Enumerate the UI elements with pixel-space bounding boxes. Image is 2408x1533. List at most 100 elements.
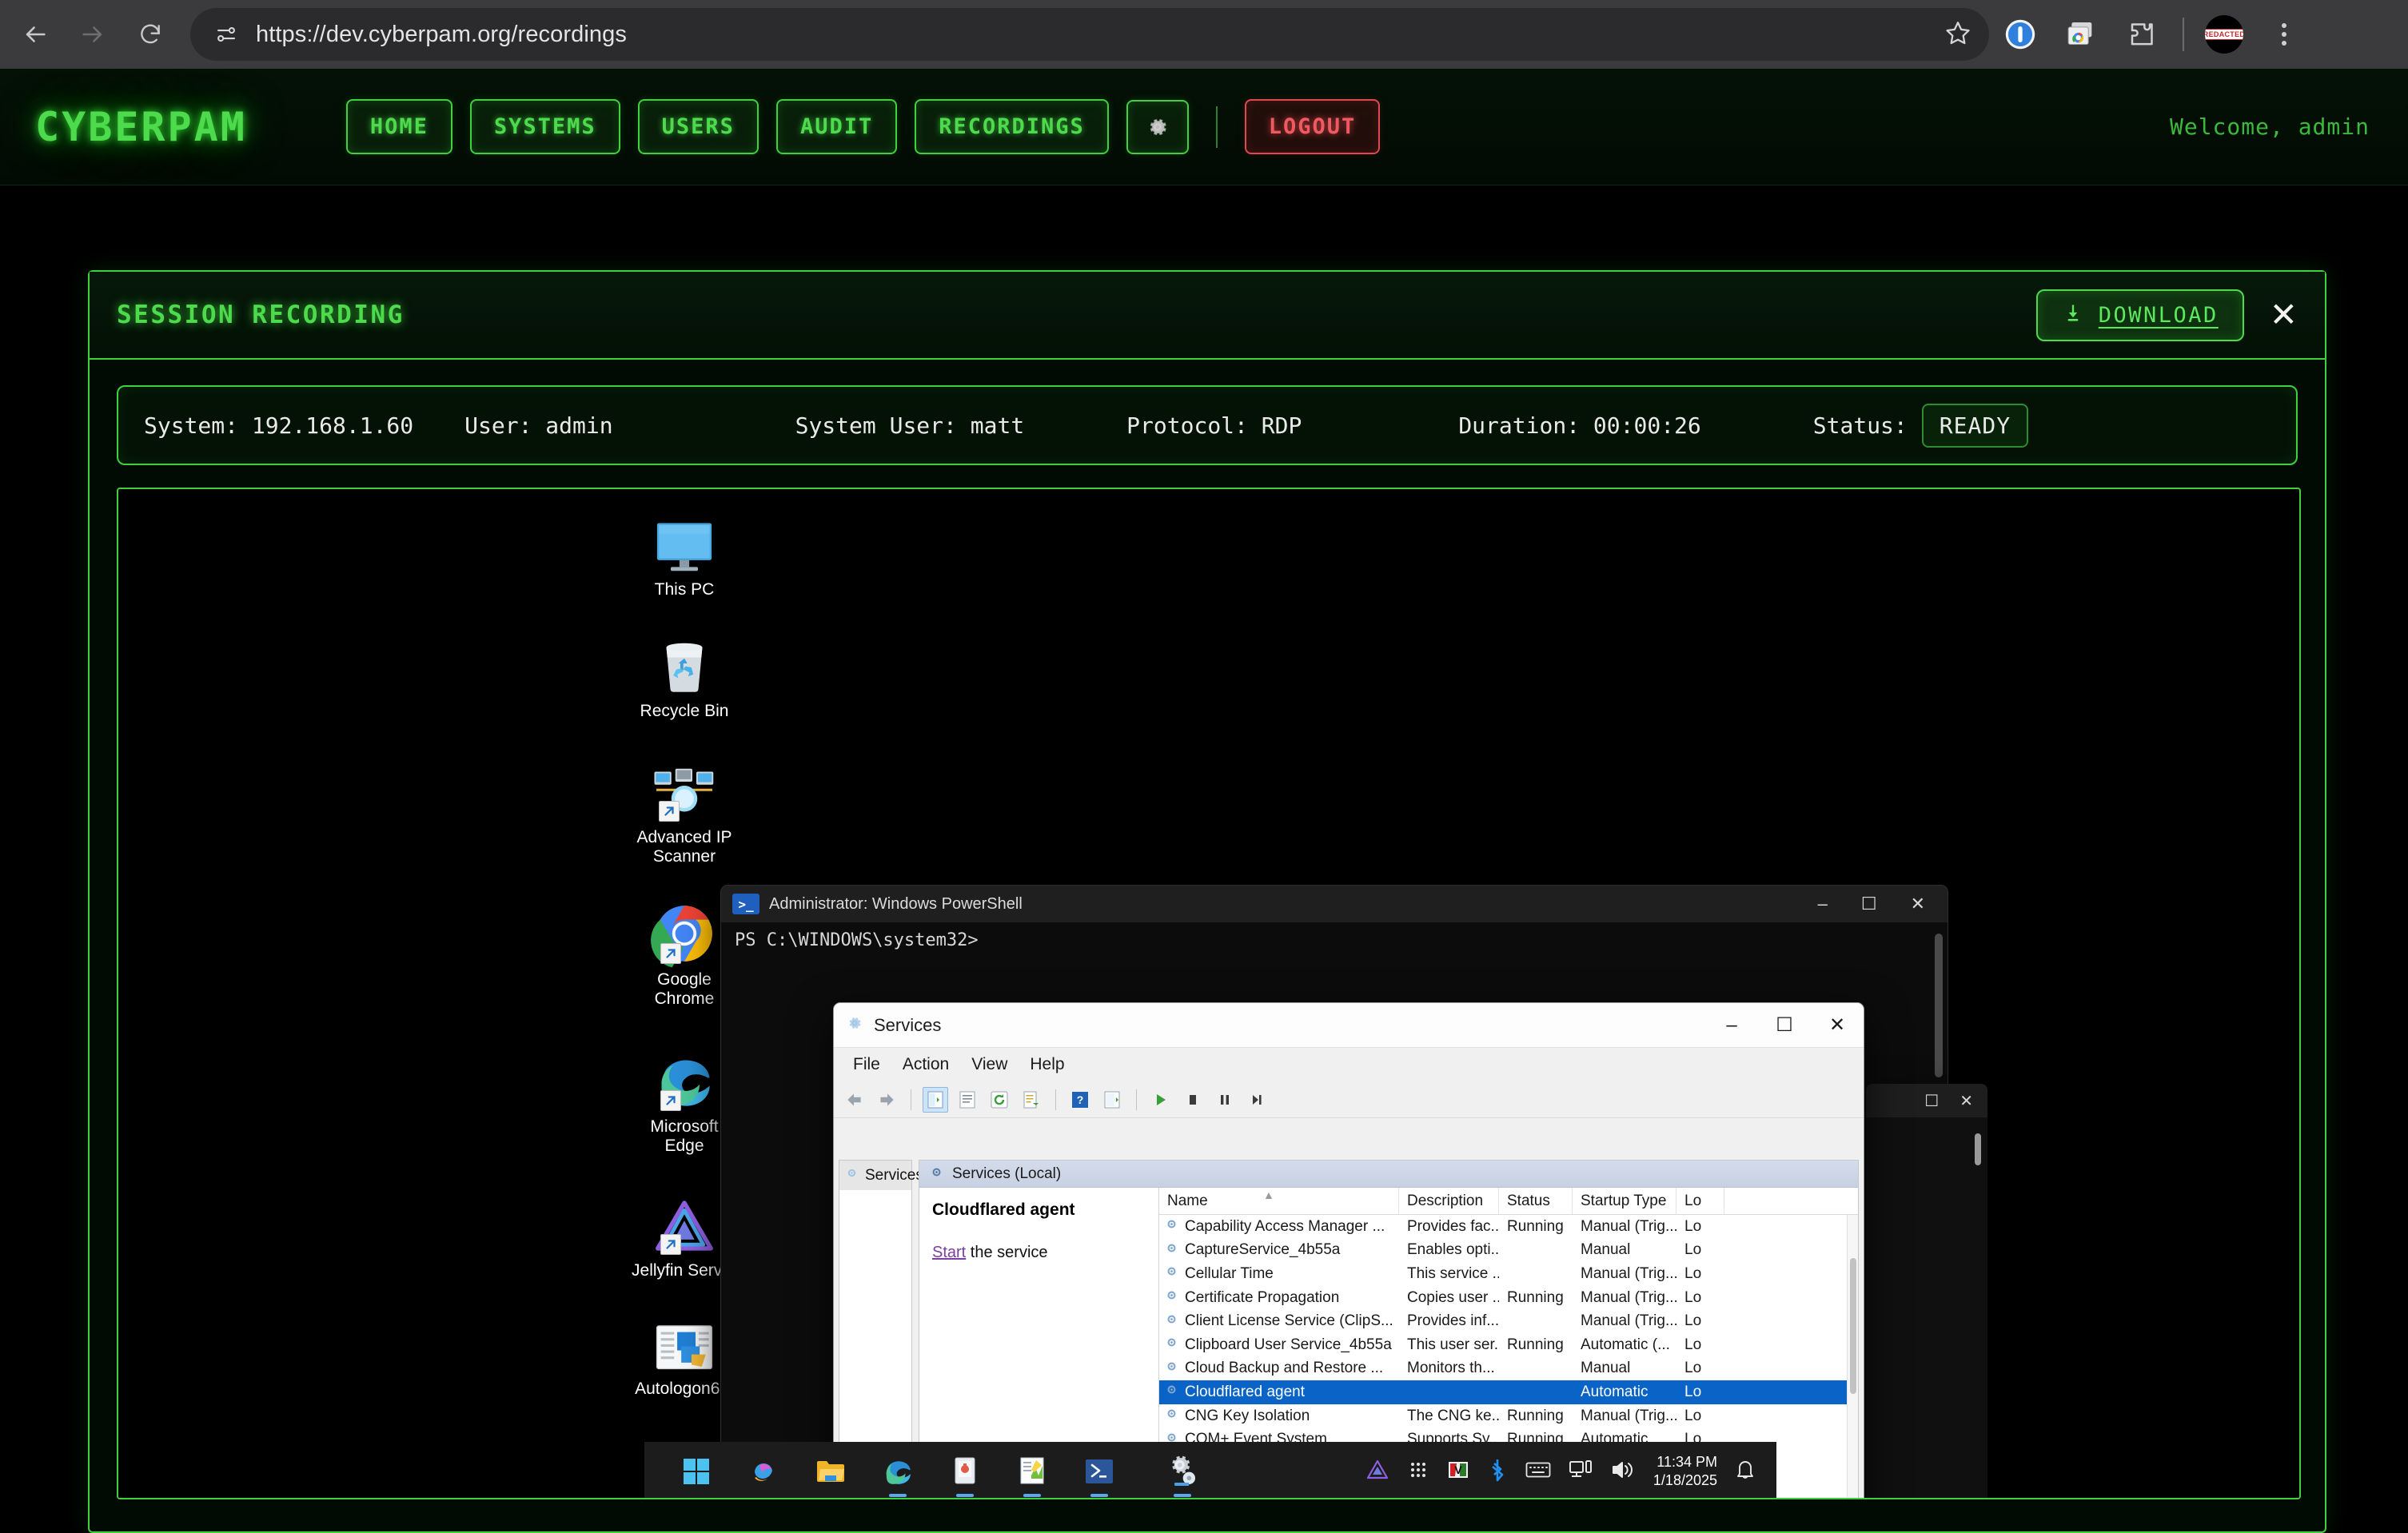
address-bar[interactable]: https://dev.cyberpam.org/recordings — [190, 8, 1989, 61]
close-icon[interactable]: ✕ — [2270, 298, 2298, 332]
service-action-text: Start the service — [932, 1244, 1146, 1262]
winutil-titlebar[interactable]: ☐ ✕ — [1866, 1084, 1987, 1117]
bell-icon[interactable] — [1735, 1459, 1756, 1485]
services-menubar: File Action View Help — [834, 1048, 1864, 1081]
services-list-scrollbar[interactable] — [1847, 1215, 1858, 1498]
avatar[interactable]: REDACTED — [2205, 15, 2243, 54]
desktop-icon-advanced-ip-scanner[interactable]: Advanced IP Scanner — [617, 753, 752, 866]
maximize-button[interactable]: ☐ — [1861, 894, 1877, 914]
taskbar-active-indicator — [1023, 1494, 1041, 1497]
powershell-icon[interactable] — [1081, 1453, 1118, 1497]
services-gear-icon — [929, 1165, 944, 1184]
menu-help[interactable]: Help — [1019, 1052, 1075, 1077]
microsoft-edge-icon[interactable] — [879, 1453, 916, 1497]
services-icon[interactable] — [1164, 1453, 1201, 1497]
tab-groups-icon[interactable] — [2061, 14, 2101, 54]
services-titlebar[interactable]: Services – ☐ ✕ — [834, 1003, 1864, 1048]
nvidia-tray-icon[interactable]: V — [1447, 1459, 1469, 1485]
nav-recordings[interactable]: RECORDINGS — [915, 99, 1109, 154]
address-bar-url[interactable]: https://dev.cyberpam.org/recordings — [256, 22, 627, 48]
hidden-icons-icon[interactable] — [1407, 1459, 1429, 1485]
nav-systems[interactable]: SYSTEMS — [469, 99, 620, 154]
back-icon[interactable] — [842, 1087, 867, 1113]
menu-action[interactable]: Action — [891, 1052, 960, 1077]
desktop-icon-this-pc[interactable]: This PC — [617, 505, 752, 599]
winutil-scrollbar[interactable] — [1975, 1133, 1981, 1165]
file-explorer-icon[interactable] — [812, 1453, 849, 1490]
table-row[interactable]: Certificate Propagation Copies user ... Ru… — [1159, 1286, 1858, 1310]
table-row[interactable]: Client License Service (ClipS... Provides… — [1159, 1309, 1858, 1333]
meta-protocol: Protocol: RDP — [1126, 412, 1302, 439]
desktop-icon-recycle-bin[interactable]: Recycle Bin — [617, 627, 752, 721]
minimize-button[interactable]: – — [1705, 1003, 1758, 1047]
table-row[interactable]: CNG Key Isolation The CNG ke... Running Man… — [1159, 1404, 1858, 1428]
start-service-icon[interactable] — [1148, 1087, 1174, 1113]
show-hide-action-pane-icon[interactable] — [1099, 1087, 1125, 1113]
logout-button[interactable]: LOGOUT — [1244, 99, 1381, 154]
recording-viewport[interactable]: This PC Recycle Bin Advanced IP Scanner … — [117, 488, 2301, 1499]
services-window[interactable]: Services – ☐ ✕ File Action View Help ? S… — [833, 1002, 1864, 1498]
close-button[interactable]: ✕ — [1911, 894, 1925, 914]
stop-service-icon[interactable] — [1180, 1087, 1206, 1113]
menu-file[interactable]: File — [842, 1052, 891, 1077]
table-row[interactable]: Cellular Time This service ... Manual (Tri… — [1159, 1262, 1858, 1286]
1password-icon[interactable] — [2000, 14, 2040, 54]
copilot-icon[interactable] — [745, 1453, 782, 1490]
download-button[interactable]: DOWNLOAD — [2035, 289, 2244, 341]
column-header-startup-type[interactable]: Startup Type — [1573, 1188, 1676, 1214]
taskbar-clock[interactable]: 11:34 PM 1/18/2025 — [1653, 1453, 1717, 1490]
refresh-icon[interactable] — [987, 1087, 1012, 1113]
keyboard-icon[interactable] — [1525, 1460, 1551, 1483]
volume-icon[interactable] — [1610, 1459, 1636, 1485]
forward-icon[interactable] — [64, 6, 122, 63]
maximize-button[interactable]: ☐ — [1924, 1091, 1939, 1111]
minimize-button[interactable]: – — [1818, 894, 1828, 914]
start-button-icon[interactable] — [678, 1453, 715, 1490]
column-header-name[interactable]: Name — [1159, 1188, 1399, 1214]
close-button[interactable]: ✕ — [1959, 1091, 1973, 1111]
nav-users[interactable]: USERS — [637, 99, 759, 154]
column-header-status[interactable]: Status — [1499, 1188, 1573, 1214]
winutil-window[interactable]: ☐ ✕ WinUtil — [1866, 1084, 1987, 1498]
back-icon[interactable] — [6, 6, 64, 63]
pause-service-icon[interactable] — [1212, 1087, 1238, 1113]
table-row[interactable]: Capability Access Manager ... Provides fa… — [1159, 1215, 1858, 1239]
tree-item-services-local[interactable]: Services (Local) — [839, 1161, 974, 1190]
powershell-titlebar[interactable]: >_ Administrator: Windows PowerShell – ☐… — [721, 886, 1948, 922]
export-list-icon[interactable] — [1019, 1087, 1044, 1113]
table-row[interactable]: Clipboard User Service_4b55a This user se… — [1159, 1333, 1858, 1357]
powershell-scrollbar[interactable] — [1935, 934, 1943, 1077]
show-hide-console-tree-icon[interactable] — [923, 1086, 948, 1113]
column-header-description[interactable]: Description — [1399, 1188, 1499, 1214]
shortcut-arrow-icon — [660, 1234, 681, 1255]
gear-icon[interactable] — [1126, 99, 1189, 154]
table-row[interactable]: Cloudflared agent Automatic Lo — [1159, 1380, 1858, 1404]
scrollbar-thumb[interactable] — [1850, 1258, 1856, 1394]
service-name-label: Cloud Backup and Restore ... — [1185, 1360, 1384, 1377]
reload-icon[interactable] — [122, 6, 179, 63]
column-header-log-on-as[interactable]: Lo — [1676, 1188, 1724, 1214]
puzzle-piece-icon[interactable] — [2122, 14, 2162, 54]
cell-startup-type: Manual (Trig... — [1581, 1264, 1676, 1282]
restart-service-icon[interactable] — [1244, 1087, 1270, 1113]
forward-icon[interactable] — [874, 1087, 899, 1113]
kebab-menu-icon[interactable] — [2264, 14, 2304, 54]
jellyfin-tray-icon[interactable] — [1365, 1459, 1389, 1485]
table-row[interactable]: Cloud Backup and Restore ... Monitors th.… — [1159, 1357, 1858, 1381]
menu-view[interactable]: View — [960, 1052, 1019, 1077]
start-service-link[interactable]: Start — [932, 1244, 966, 1261]
notepad-icon[interactable] — [1014, 1453, 1051, 1497]
properties-icon[interactable] — [955, 1087, 980, 1113]
network-icon[interactable] — [1569, 1459, 1593, 1485]
service-name-label: Capability Access Manager ... — [1185, 1217, 1385, 1235]
site-settings-icon[interactable] — [208, 16, 245, 53]
maximize-button[interactable]: ☐ — [1758, 1003, 1811, 1047]
help-icon[interactable]: ? — [1067, 1087, 1093, 1113]
advanced-ip-scanner-icon[interactable] — [947, 1453, 983, 1497]
table-row[interactable]: CaptureService_4b55a Enables opti... Manua… — [1159, 1239, 1858, 1263]
close-button[interactable]: ✕ — [1811, 1003, 1864, 1047]
bluetooth-icon[interactable] — [1487, 1458, 1508, 1486]
nav-home[interactable]: HOME — [345, 99, 452, 154]
nav-audit[interactable]: AUDIT — [775, 99, 898, 154]
star-icon[interactable] — [1944, 19, 1971, 50]
